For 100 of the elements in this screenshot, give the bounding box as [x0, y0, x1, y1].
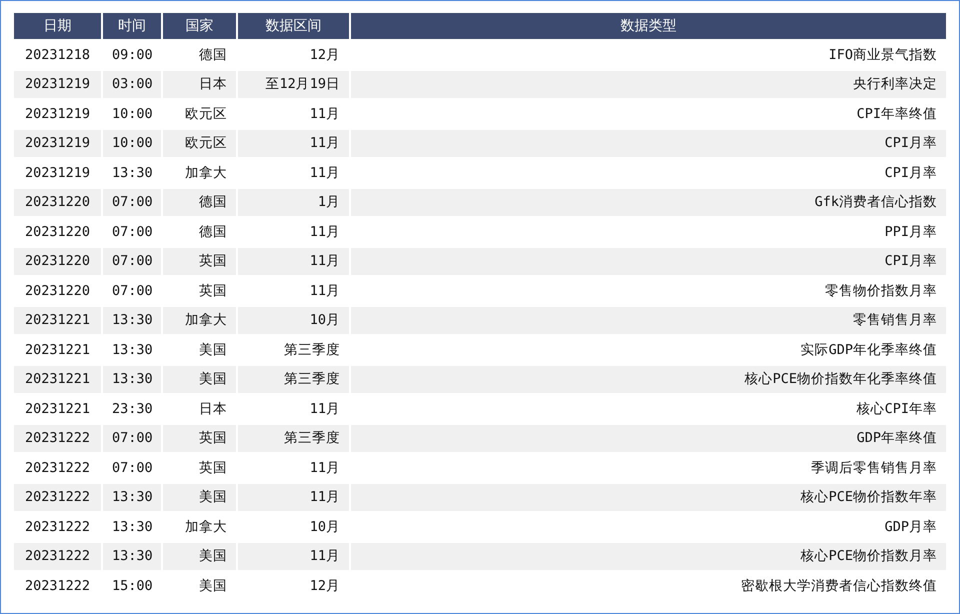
- table-cell-text: 11月: [308, 104, 341, 124]
- table-cell-text: GDP月率: [884, 518, 938, 537]
- table-cell-text: 20231220: [24, 282, 92, 301]
- table-cell-text: 核心CPI年率: [856, 400, 938, 419]
- table-cell-text: 07:00: [111, 282, 154, 301]
- table-cell: 11月: [238, 248, 349, 275]
- table-cell-text: 20231220: [24, 222, 92, 242]
- table-cell: 美国: [163, 484, 236, 511]
- table-cell-text: 英国: [198, 282, 228, 301]
- table-cell-text: 10月: [308, 518, 341, 537]
- table-cell-text: 12月: [308, 576, 341, 596]
- table-cell-text: 10:00: [111, 104, 154, 124]
- table-cell-text: 20231218: [24, 46, 92, 65]
- table-cell-text: 日本: [198, 400, 228, 419]
- table-cell: 11月: [238, 484, 349, 511]
- table-cell-text: 20231221: [24, 340, 92, 360]
- table-cell: 10:00: [103, 130, 161, 157]
- table-cell-text: 20231222: [24, 576, 92, 596]
- table-cell: 央行利率决定: [351, 70, 946, 98]
- table-cell: 20231219: [14, 70, 101, 98]
- table-cell-text: 实际GDP年化季率终值: [800, 340, 938, 360]
- table-cell: 07:00: [103, 424, 161, 452]
- table-cell-text: 20231219: [24, 164, 92, 183]
- table-cell: 核心PCE物价指数年率: [351, 484, 946, 511]
- table-cell: 英国: [163, 248, 236, 275]
- table-cell-text: 欧元区: [184, 104, 228, 124]
- table-cell: 1月: [238, 188, 349, 216]
- table-cell: Gfk消费者信心指数: [351, 188, 946, 216]
- table-cell: 德国: [163, 188, 236, 216]
- table-cell-text: PPI月率: [884, 222, 938, 242]
- table-cell: 核心PCE物价指数月率: [351, 542, 946, 570]
- table-cell-text: 12月: [308, 46, 341, 65]
- table-cell-text: 加拿大: [184, 164, 228, 183]
- table-cell-text: 20231222: [24, 518, 92, 537]
- table-cell-text: 20231222: [24, 458, 92, 478]
- table-cell-text: 11月: [308, 458, 341, 478]
- table-cell: 20231221: [14, 306, 101, 334]
- table-cell-text: CPI年率终值: [856, 104, 938, 124]
- table-cell: 13:30: [103, 542, 161, 570]
- table-cell: 20231221: [14, 366, 101, 393]
- table-cell: 20231220: [14, 248, 101, 275]
- table-cell: 11月: [238, 542, 349, 570]
- table-cell: 13:30: [103, 366, 161, 393]
- table-cell-text: 德国: [198, 46, 228, 65]
- table-cell-text: 第三季度: [283, 340, 341, 360]
- column-header: 数据类型: [351, 13, 946, 39]
- table-cell: 20231219: [14, 130, 101, 157]
- table-cell: 11月: [238, 130, 349, 157]
- table-cell: 第三季度: [238, 366, 349, 393]
- table-cell-text: 加拿大: [184, 518, 228, 537]
- table-cell: 20231222: [14, 424, 101, 452]
- table-cell: 13:30: [103, 306, 161, 334]
- table-cell-text: 零售物价指数月率: [824, 282, 938, 301]
- table-cell-text: 07:00: [111, 222, 154, 242]
- table-cell: 美国: [163, 542, 236, 570]
- table-cell-text: IFO商业景气指数: [828, 46, 938, 65]
- table-cell: GDP年率终值: [351, 424, 946, 452]
- table-cell-text: 15:00: [111, 576, 154, 596]
- column-header: 国家: [163, 13, 236, 39]
- table-cell: 03:00: [103, 70, 161, 98]
- table-cell-text: 密歇根大学消费者信心指数终值: [740, 576, 938, 596]
- table-cell-text: 13:30: [111, 518, 154, 537]
- table-cell-text: 20231219: [24, 104, 92, 124]
- table-cell-text: 美国: [198, 576, 228, 596]
- column-header: 时间: [103, 13, 161, 39]
- table-cell-text: 07:00: [111, 458, 154, 478]
- table-cell-text: 英国: [198, 458, 228, 478]
- table-cell-text: 13:30: [111, 164, 154, 183]
- table-cell-text: CPI月率: [884, 164, 938, 183]
- table-cell-text: 20231221: [24, 400, 92, 419]
- table-cell: 20231222: [14, 484, 101, 511]
- table-cell: 07:00: [103, 188, 161, 216]
- table-cell: 欧元区: [163, 130, 236, 157]
- table-cell: CPI月率: [351, 130, 946, 157]
- table-cell: 美国: [163, 366, 236, 393]
- table-cell: 英国: [163, 424, 236, 452]
- table-cell: 10月: [238, 306, 349, 334]
- column-header: 数据区间: [238, 13, 349, 39]
- table-cell-text: 德国: [198, 222, 228, 242]
- table-cell: 13:30: [103, 484, 161, 511]
- table-cell: 加拿大: [163, 306, 236, 334]
- table-cell-text: 11月: [308, 282, 341, 301]
- table-cell: 20231220: [14, 188, 101, 216]
- table-cell: 07:00: [103, 248, 161, 275]
- table-cell: 日本: [163, 70, 236, 98]
- table-cell: 核心PCE物价指数年化季率终值: [351, 366, 946, 393]
- table-cell: 至12月19日: [238, 70, 349, 98]
- table-cell-text: 11月: [308, 400, 341, 419]
- table-cell-text: 季调后零售销售月率: [810, 458, 938, 478]
- table-cell-text: 13:30: [111, 340, 154, 360]
- table-cell-text: 11月: [308, 164, 341, 183]
- table-cell-text: 09:00: [111, 46, 154, 65]
- table-cell-text: 美国: [198, 340, 228, 360]
- table-cell: 第三季度: [238, 424, 349, 452]
- table-cell-text: 11月: [308, 222, 341, 242]
- column-header: 日期: [14, 13, 101, 39]
- table-cell-text: 23:30: [111, 400, 154, 419]
- table-cell: CPI月率: [351, 248, 946, 275]
- table-cell: 零售销售月率: [351, 306, 946, 334]
- table-cell: 20231222: [14, 542, 101, 570]
